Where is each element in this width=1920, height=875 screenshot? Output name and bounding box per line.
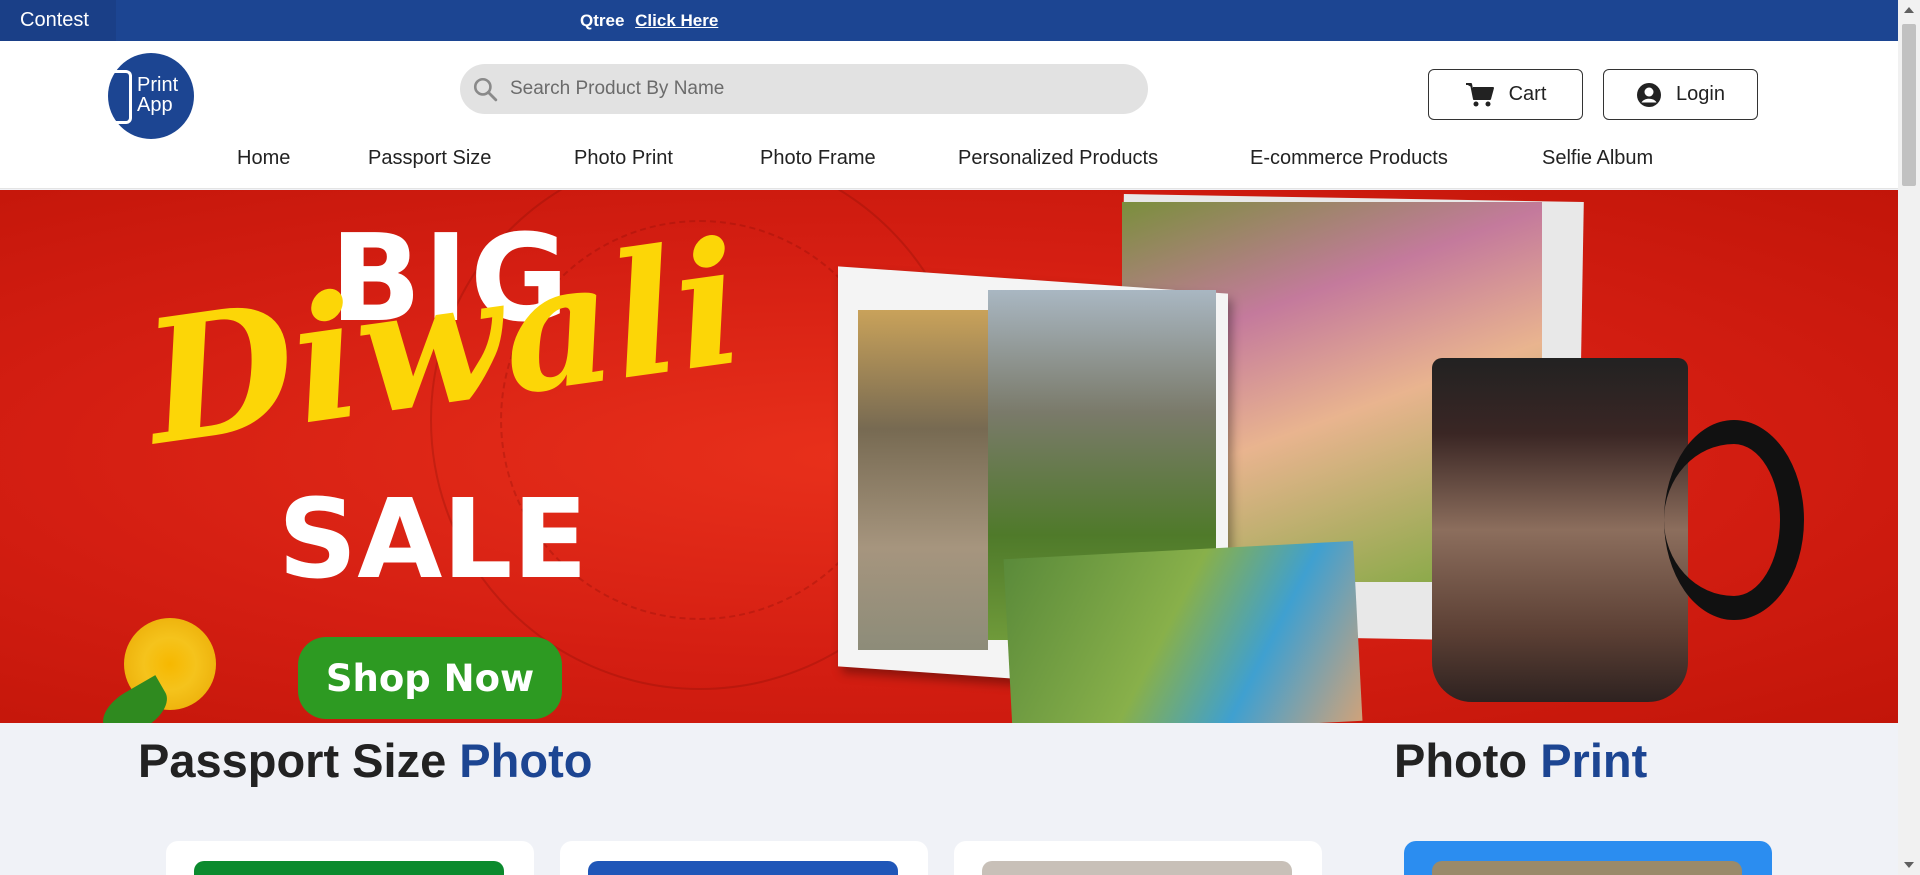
cart-label: Cart [1508, 83, 1547, 105]
passport-size-photo-heading: Passport Size Photo [138, 733, 592, 788]
shop-now-button[interactable]: Shop Now [298, 637, 562, 719]
product-card-image [1432, 861, 1742, 875]
phone-icon [111, 70, 132, 124]
product-card-image [588, 861, 898, 875]
product-card-image [194, 861, 504, 875]
heading-print-accent: Print [1540, 734, 1648, 787]
photo-mug-image [1432, 358, 1688, 702]
product-card-image [982, 861, 1292, 875]
scroll-up-arrow-icon[interactable] [1904, 7, 1914, 13]
search-input[interactable] [510, 64, 1130, 114]
search-icon[interactable] [472, 76, 498, 102]
product-card[interactable] [954, 841, 1322, 875]
scroll-down-arrow-icon[interactable] [1904, 862, 1914, 868]
page: Contest Qtree Click Here Print App Cart [0, 0, 1920, 875]
contest-link[interactable]: Contest [0, 0, 116, 41]
nav-item-personalized-products[interactable]: Personalized Products [958, 147, 1158, 170]
diwali-sale-banner[interactable]: BIG Diwali SALE Shop Now [0, 190, 1898, 723]
cart-button[interactable]: Cart [1428, 69, 1583, 120]
mug-handle [1664, 420, 1804, 620]
promo-text: Qtree Click Here [580, 0, 718, 41]
photo-print-heading: Photo Print [1394, 733, 1647, 788]
login-button[interactable]: Login [1603, 69, 1758, 120]
nav-item-photo-print[interactable]: Photo Print [574, 147, 673, 170]
nav-item-ecommerce-products[interactable]: E-commerce Products [1250, 147, 1448, 170]
main-nav: Home Passport Size Photo Print Photo Fra… [0, 147, 1898, 177]
cart-icon [1465, 82, 1494, 106]
user-circle-icon [1637, 82, 1662, 107]
nav-item-passport-size[interactable]: Passport Size [368, 147, 491, 170]
scrollbar-thumb[interactable] [1902, 24, 1916, 186]
logo-text: Print App [137, 74, 179, 116]
search-bar [460, 64, 1148, 114]
photo-prints-stack [1003, 540, 1363, 723]
product-card[interactable] [166, 841, 534, 875]
heading-photo-accent: Photo [459, 734, 593, 787]
nav-item-home[interactable]: Home [237, 147, 290, 170]
login-label: Login [1676, 83, 1725, 105]
album-left-page [858, 310, 988, 650]
site-header: Print App Cart Login [0, 41, 1898, 189]
nav-item-photo-frame[interactable]: Photo Frame [760, 147, 876, 170]
page-scrollbar[interactable] [1898, 0, 1920, 875]
promo-label: Qtree [580, 11, 625, 30]
print-app-logo[interactable]: Print App [108, 53, 194, 139]
heading-passport-size: Passport Size [138, 734, 447, 787]
nav-item-selfie-album[interactable]: Selfie Album [1542, 147, 1653, 170]
top-announcement-bar: Contest Qtree Click Here [0, 0, 1898, 41]
banner-sale-text: SALE [278, 475, 588, 603]
promo-click-here-link[interactable]: Click Here [635, 11, 718, 30]
heading-photo: Photo [1394, 734, 1528, 787]
product-card-active[interactable] [1404, 841, 1772, 875]
product-card[interactable] [560, 841, 928, 875]
